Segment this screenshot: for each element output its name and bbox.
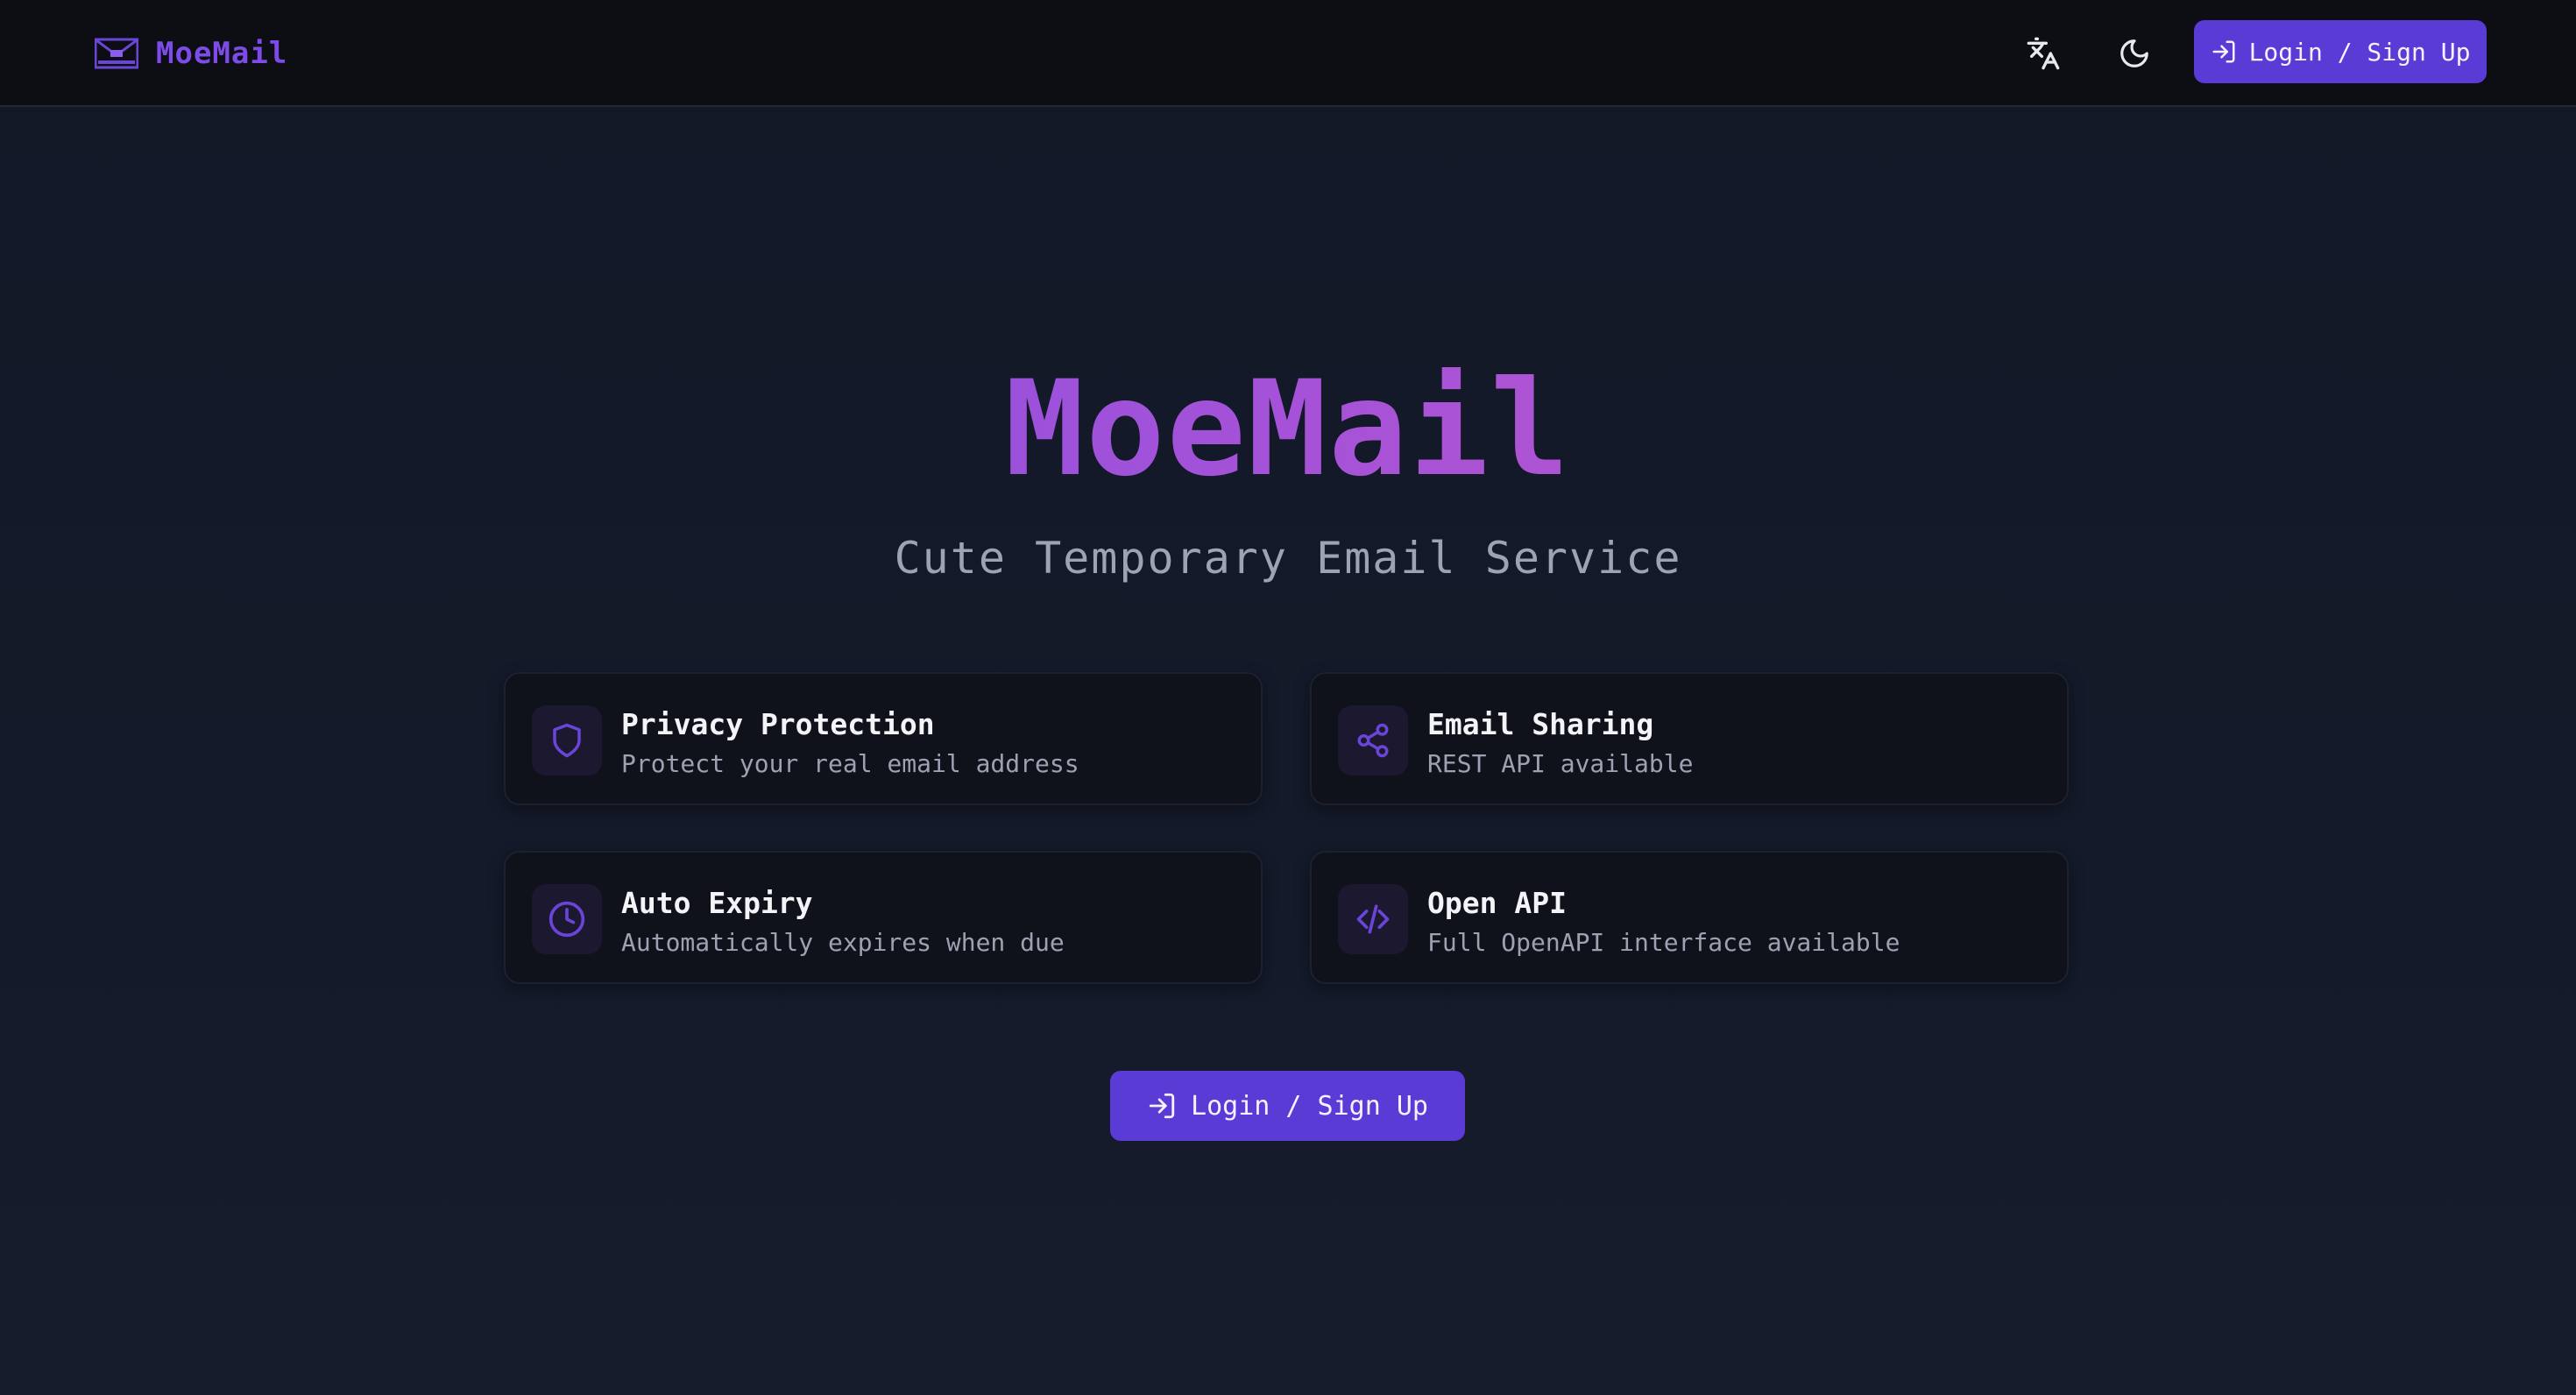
header-login-label: Login / Sign Up: [2248, 37, 2471, 67]
feature-icon-container: [1338, 705, 1408, 775]
code-icon: [1356, 904, 1390, 934]
moon-icon: [2120, 39, 2148, 67]
envelope-logo-icon: [95, 38, 138, 69]
brand-link[interactable]: MoeMail: [95, 32, 287, 75]
feature-card-privacy: Privacy Protection Protect your real ema…: [504, 672, 1263, 805]
hero-title: MoeMail: [0, 351, 2576, 508]
feature-title: Open API: [1427, 886, 1567, 920]
feature-card-sharing: Email Sharing REST API available: [1310, 672, 2069, 805]
feature-description: Full OpenAPI interface available: [1427, 928, 1900, 957]
log-in-icon: [1149, 1093, 1175, 1119]
feature-icon-container: [1338, 884, 1408, 954]
feature-icon-container: [532, 884, 602, 954]
main-login-label: Login / Sign Up: [1191, 1090, 1428, 1122]
share-icon: [1357, 723, 1389, 758]
log-in-icon: [2212, 40, 2235, 63]
main-login-button[interactable]: Login / Sign Up: [1110, 1071, 1465, 1141]
feature-card-expiry: Auto Expiry Automatically expires when d…: [504, 851, 1263, 984]
header-login-button[interactable]: Login / Sign Up: [2194, 20, 2487, 83]
translate-icon: [2027, 37, 2060, 70]
theme-toggle-button[interactable]: [2107, 26, 2162, 81]
feature-card-api: Open API Full OpenAPI interface availabl…: [1310, 851, 2069, 984]
shield-icon: [553, 723, 581, 758]
language-toggle-button[interactable]: [2016, 26, 2070, 81]
feature-title: Auto Expiry: [621, 886, 813, 920]
feature-description: Protect your real email address: [621, 749, 1079, 778]
brand-name: MoeMail: [156, 36, 288, 71]
feature-description: REST API available: [1427, 749, 1694, 778]
top-navigation-bar: MoeMail Login / Sign Up: [0, 0, 2576, 107]
feature-description: Automatically expires when due: [621, 928, 1065, 957]
feature-icon-container: [532, 705, 602, 775]
clock-icon: [548, 901, 585, 938]
feature-title: Email Sharing: [1427, 707, 1654, 741]
hero-subtitle: Cute Temporary Email Service: [894, 533, 1682, 584]
feature-title: Privacy Protection: [621, 707, 935, 741]
